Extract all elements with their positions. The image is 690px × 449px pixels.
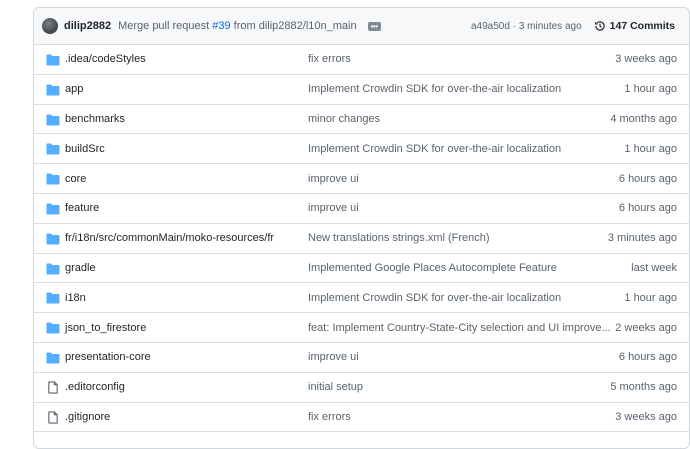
file-row[interactable]: app Implement Crowdin SDK for over-the-ai… [34,75,689,105]
commit-message-link[interactable]: Implement Crowdin SDK for over-the-air l… [308,292,561,304]
file-list: .idea/codeStyles fix errors 3 weeks ago app… [34,45,689,433]
file-name-link[interactable]: feature [65,202,99,214]
commit-author[interactable]: dilip2882 [64,20,111,32]
file-name-link[interactable]: .editorconfig [65,381,125,393]
file-row[interactable]: .editorconfig initial setup 5 months ago [34,373,689,403]
commit-message-link[interactable]: Implemented Google Places Autocomplete F… [308,262,557,274]
commit-age: 6 hours ago [618,202,677,215]
folder-icon [46,352,60,364]
folder-icon [46,203,60,215]
file-row[interactable]: buildSrc Implement Crowdin SDK for over-t… [34,134,689,165]
folder-icon [46,143,60,155]
commit-message-link[interactable]: improve ui [308,351,359,363]
commits-count: 147 Commits [609,20,675,32]
commit-hash-time[interactable]: a49a50d · 3 minutes ago [471,21,582,32]
user-avatar[interactable] [42,18,58,34]
file-row[interactable]: .idea/codeStyles fix errors 3 weeks ago [34,45,689,75]
folder-icon [46,114,60,126]
commit-message-link[interactable]: initial setup [308,381,363,393]
file-row[interactable]: presentation-core improve ui 6 hours ago [34,343,689,373]
commit-age: 6 hours ago [618,172,677,185]
commit-message-prefix: Merge pull request [118,20,213,32]
commit-age: 2 weeks ago [615,321,677,334]
commit-message-link[interactable]: feat: Implement Country-State-City selec… [308,322,611,334]
file-icon [48,381,58,394]
file-row[interactable]: feature improve ui 6 hours ago [34,194,689,224]
history-icon [594,21,605,31]
file-name-link[interactable]: json_to_firestore [65,322,146,334]
file-row[interactable]: gradle Implemented Google Places Autocomp… [34,254,689,284]
commit-message-suffix: from dilip2882/l10n_main [230,20,357,32]
file-name-link[interactable]: .idea/codeStyles [65,53,146,65]
separator: · [509,20,519,32]
commit-message-link[interactable]: improve ui [308,202,359,214]
file-row[interactable]: fr/i18n/src/commonMain/moko-resources/fr… [34,224,689,254]
file-row[interactable]: .gitignore fix errors 3 weeks ago [34,403,689,433]
commit-message[interactable]: Merge pull request #39 from dilip2882/l1… [118,20,357,32]
file-name-link[interactable]: fr/i18n/src/commonMain/moko-resources/fr [65,232,274,244]
commit-message-link[interactable]: fix errors [308,411,351,423]
folder-icon [46,84,60,96]
commit-age: last week [631,261,677,274]
file-name-link[interactable]: app [65,83,83,95]
commit-age: 1 hour ago [624,142,677,155]
commit-message-link[interactable]: minor changes [308,113,380,125]
folder-icon [46,233,60,245]
commit-time: 3 minutes ago [518,20,582,32]
commit-age: 3 minutes ago [607,232,677,245]
file-row[interactable]: json_to_firestore feat: Implement Country… [34,313,689,343]
commit-message-link[interactable]: improve ui [308,173,359,185]
file-row[interactable]: core improve ui 6 hours ago [34,164,689,194]
file-row[interactable]: benchmarks minor changes 4 months ago [34,105,689,135]
commit-message-link[interactable]: New translations strings.xml (French) [308,232,490,244]
pr-link[interactable]: #39 [212,20,230,32]
folder-icon [46,173,60,185]
file-name-link[interactable]: benchmarks [65,113,125,125]
folder-icon [46,263,60,275]
commit-age: 1 hour ago [624,291,677,304]
commit-message-link[interactable]: Implement Crowdin SDK for over-the-air l… [308,143,561,155]
folder-icon [46,322,60,334]
commit-age: 3 weeks ago [615,53,677,66]
latest-commit-bar: dilip2882 Merge pull request #39 from di… [34,8,689,45]
commit-age: 4 months ago [610,112,677,125]
folder-icon [46,292,60,304]
file-icon [48,410,58,424]
file-browser: dilip2882 Merge pull request #39 from di… [33,7,690,449]
commits-link[interactable]: 147 Commits [594,20,675,32]
file-name-link[interactable]: core [65,173,86,185]
file-name-link[interactable]: .gitignore [65,411,110,423]
commit-age: 5 months ago [610,381,677,394]
ellipsis-icon[interactable]: ••• [367,21,381,31]
commit-message-link[interactable]: fix errors [308,53,351,65]
commit-hash[interactable]: a49a50d [471,21,510,32]
commit-age: 6 hours ago [618,351,677,364]
commit-age: 3 weeks ago [615,410,677,423]
folder-icon [46,54,60,66]
file-name-link[interactable]: i18n [65,292,86,304]
commit-message-link[interactable]: Implement Crowdin SDK for over-the-air l… [308,83,561,95]
file-name-link[interactable]: presentation-core [65,351,151,363]
file-name-link[interactable]: gradle [65,262,96,274]
file-name-link[interactable]: buildSrc [65,143,105,155]
file-row[interactable]: i18n Implement Crowdin SDK for over-the-a… [34,283,689,314]
commit-age: 1 hour ago [624,83,677,96]
